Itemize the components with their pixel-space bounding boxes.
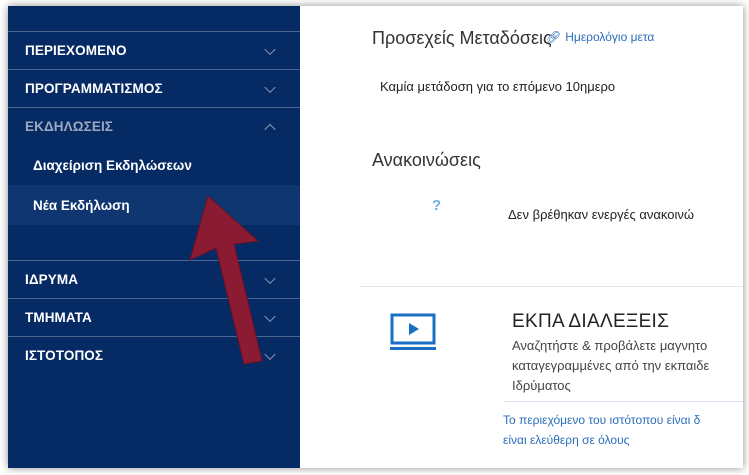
announcements-title: Ανακοινώσεις <box>372 150 481 170</box>
card-footer: Το περιεχόμενο του ιστότοπου είναι δ είν… <box>503 410 700 450</box>
sidebar: ΠΕΡΙΕΧΟΜΕΝΟ ΠΡΟΓΡΑΜΜΑΤΙΣΜΟΣ ΕΚΔΗΛΩΣΕΙΣ Δ… <box>8 6 300 468</box>
video-player-icon <box>390 313 436 350</box>
card-footer-line: είναι ελεύθερη σε όλους <box>503 433 630 447</box>
card-desc-line: Αναζητήστε & προβάλετε μαγνητο <box>512 338 708 353</box>
card-desc-line: Ιδρύματος <box>512 378 571 393</box>
sidebar-item-label: ΙΣΤΟΤΟΠΟΣ <box>25 348 104 363</box>
sidebar-item-content[interactable]: ΠΕΡΙΕΧΟΜΕΝΟ <box>8 31 300 69</box>
chevron-down-icon <box>264 43 276 55</box>
pointer-arrow-icon <box>189 196 263 365</box>
main-content: Προσεχείς Μεταδόσεις 🔗︎ Ημερολόγιο μετα … <box>300 6 743 468</box>
card-title: ΕΚΠΑ ΔΙΑΛΕΞΕΙΣ <box>512 311 670 332</box>
sidebar-subitem-label: Νέα Εκδήλωση <box>33 197 130 213</box>
card-divider <box>504 401 743 402</box>
card-desc-line: καταγεγραμμένες από την εκπαιδε <box>512 358 710 373</box>
sidebar-subitem-manage-events[interactable]: Διαχείριση Εκδηλώσεων <box>8 145 300 185</box>
sidebar-item-scheduling[interactable]: ΠΡΟΓΡΑΜΜΑΤΙΣΜΟΣ <box>8 69 300 107</box>
question-icon: ? <box>432 197 442 214</box>
card-description: Αναζητήστε & προβάλετε μαγνητο καταγεγρα… <box>512 336 743 396</box>
card-footer-line: Το περιεχόμενο του ιστότοπου είναι δ <box>503 413 701 427</box>
calendar-link-label: Ημερολόγιο μετα <box>565 30 655 44</box>
sidebar-item-label: ΠΕΡΙΕΧΟΜΕΝΟ <box>25 43 127 58</box>
announcements-empty-text: Δεν βρέθηκαν ενεργές ανακοινώ <box>508 207 694 222</box>
link-icon: 🔗︎ <box>546 30 562 44</box>
broadcasts-empty-text: Καμία μετάδοση για το επόμενο 10ημερο <box>380 79 616 94</box>
chevron-up-icon <box>264 123 276 135</box>
broadcasts-title: Προσεχείς Μεταδόσεις <box>372 28 552 48</box>
calendar-link[interactable]: 🔗︎ Ημερολόγιο μετα <box>546 30 654 44</box>
sidebar-subitem-label: Διαχείριση Εκδηλώσεων <box>33 157 192 173</box>
sidebar-item-label: ΕΚΔΗΛΩΣΕΙΣ <box>25 119 113 134</box>
app-frame: ΠΕΡΙΕΧΟΜΕΝΟ ΠΡΟΓΡΑΜΜΑΤΙΣΜΟΣ ΕΚΔΗΛΩΣΕΙΣ Δ… <box>8 6 743 468</box>
sidebar-item-label: ΠΡΟΓΡΑΜΜΑΤΙΣΜΟΣ <box>25 81 163 96</box>
sidebar-item-label: ΤΜΗΜΑΤΑ <box>25 310 92 325</box>
sidebar-item-label: ΙΔΡΥΜΑ <box>25 272 79 287</box>
sidebar-item-events[interactable]: ΕΚΔΗΛΩΣΕΙΣ <box>8 107 300 145</box>
chevron-down-icon <box>264 81 276 93</box>
section-divider <box>360 286 743 287</box>
